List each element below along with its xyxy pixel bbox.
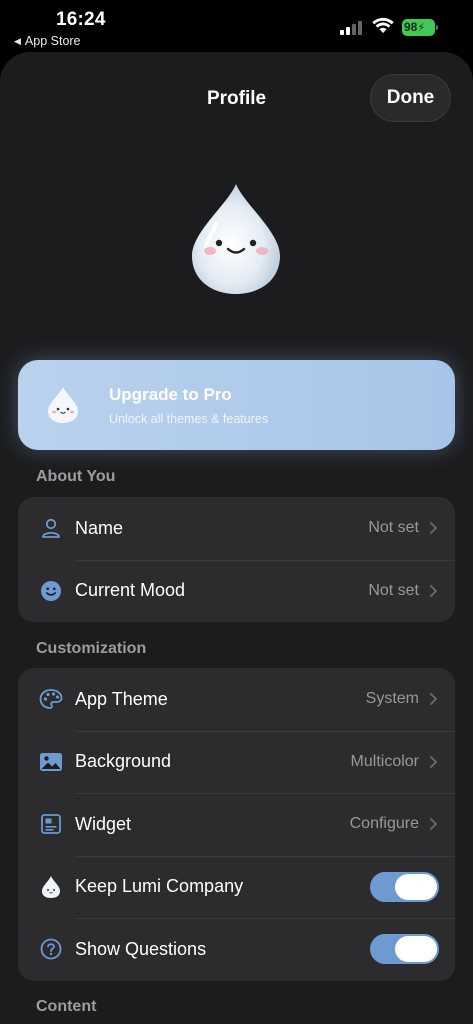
- row-background[interactable]: Background Multicolor: [18, 730, 455, 794]
- toggle-knob: [395, 936, 437, 963]
- row-keep-lumi-label: Keep Lumi Company: [75, 876, 244, 897]
- upgrade-subtitle: Unlock all themes & features: [109, 412, 269, 426]
- question-icon: [39, 937, 63, 961]
- keep-lumi-company-toggle[interactable]: [370, 871, 439, 902]
- row-app-theme-value: System: [365, 690, 419, 708]
- charging-bolt-icon: ⚡: [417, 22, 426, 34]
- image-icon: [39, 750, 63, 774]
- show-questions-toggle[interactable]: [370, 934, 439, 965]
- chevron-right-icon: [430, 755, 438, 768]
- wifi-icon: [372, 17, 394, 33]
- chevron-right-icon: [430, 522, 438, 535]
- chevron-right-icon: [430, 693, 438, 706]
- cellular-signal-icon: [340, 19, 364, 35]
- row-keep-lumi-company: Keep Lumi Company: [18, 855, 455, 919]
- back-app-label: App Store: [24, 34, 81, 48]
- status-time: 16:24: [56, 9, 106, 30]
- row-background-value: Multicolor: [350, 752, 419, 770]
- chevron-right-icon: [430, 818, 438, 831]
- profile-sheet: Profile Done Upgrade to Pro Unlock all t…: [0, 52, 473, 1024]
- done-button[interactable]: Done: [370, 74, 451, 122]
- row-widget-label: Widget: [75, 813, 132, 834]
- back-arrow-icon: ◀: [14, 36, 21, 46]
- palette-icon: [39, 687, 63, 711]
- lumi-mini-icon: [48, 387, 78, 423]
- row-show-questions-label: Show Questions: [75, 938, 207, 959]
- status-bar: 16:24 ◀ App Store 98⚡: [0, 0, 473, 52]
- toggle-knob: [395, 873, 437, 900]
- upgrade-title: Upgrade to Pro: [109, 385, 232, 404]
- back-to-app-store[interactable]: ◀ App Store: [14, 34, 81, 48]
- row-name-value: Not set: [368, 519, 419, 537]
- widget-icon: [39, 812, 63, 836]
- droplet-icon: [39, 875, 63, 899]
- row-app-theme-label: App Theme: [75, 688, 168, 709]
- section-header-content: Content: [36, 998, 97, 1015]
- section-header-customization: Customization: [36, 640, 147, 657]
- lumi-mascot-icon: [192, 184, 280, 294]
- row-current-mood[interactable]: Current Mood Not set: [18, 559, 455, 623]
- row-mood-value: Not set: [368, 581, 419, 599]
- row-app-theme[interactable]: App Theme System: [18, 668, 455, 731]
- section-header-about: About You: [36, 468, 116, 485]
- smiley-icon: [39, 579, 63, 603]
- row-background-label: Background: [75, 751, 172, 772]
- about-you-group: Name Not set Current Mood Not set: [18, 497, 455, 622]
- person-icon: [39, 516, 63, 540]
- row-widget-value: Configure: [349, 815, 419, 833]
- upgrade-to-pro-banner[interactable]: Upgrade to Pro Unlock all themes & featu…: [18, 360, 455, 450]
- row-mood-label: Current Mood: [75, 580, 186, 601]
- row-name-label: Name: [75, 517, 124, 538]
- row-name[interactable]: Name Not set: [18, 497, 455, 560]
- customization-group: App Theme System Background Multicolor W…: [18, 668, 455, 981]
- chevron-right-icon: [430, 584, 438, 597]
- battery-level: 98: [404, 20, 418, 34]
- row-show-questions: Show Questions: [18, 918, 455, 981]
- row-widget[interactable]: Widget Configure: [18, 793, 455, 856]
- battery-indicator: 98⚡: [402, 19, 438, 36]
